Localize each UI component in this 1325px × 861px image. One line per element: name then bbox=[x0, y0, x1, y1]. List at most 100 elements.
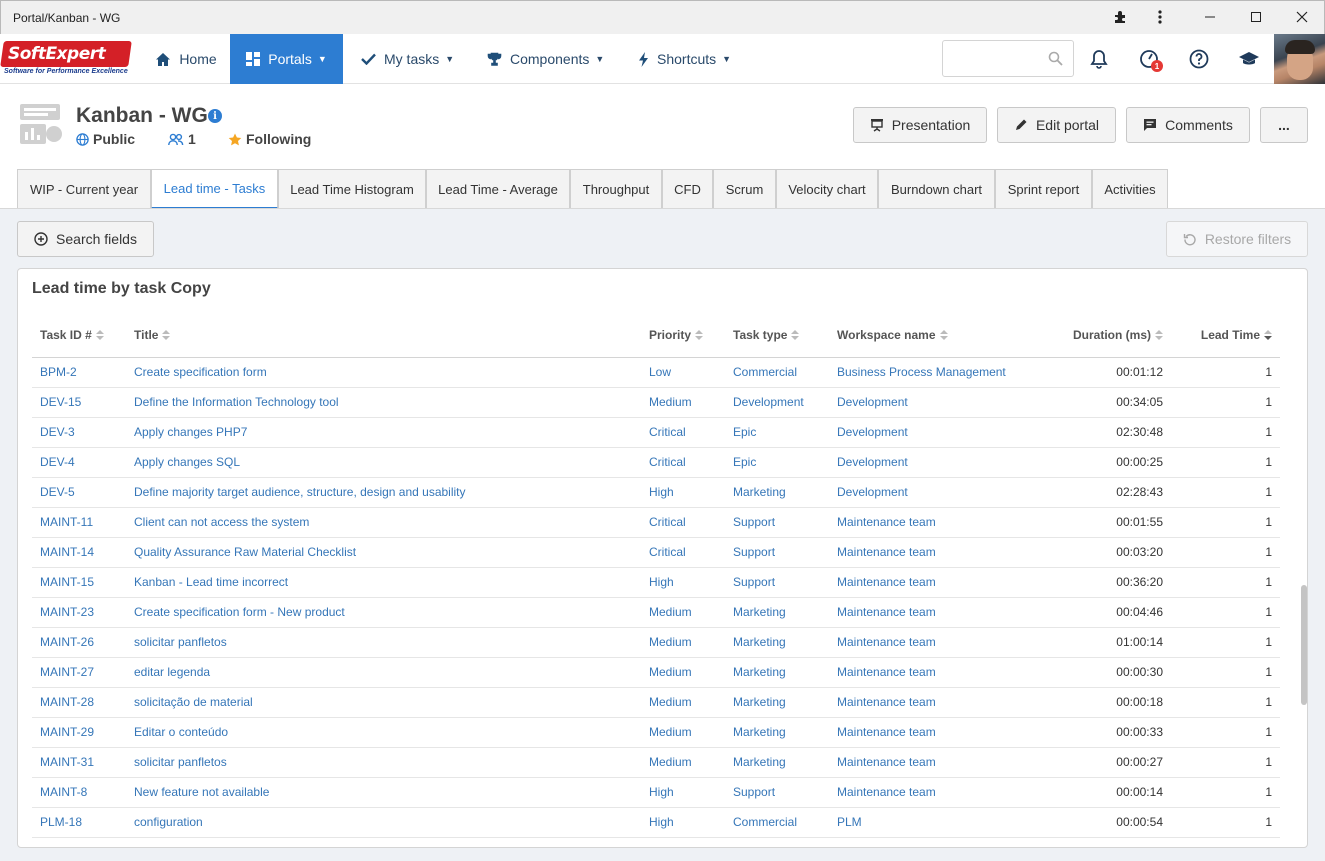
table-row[interactable]: MAINT-15 Kanban - Lead time incorrect High… bbox=[32, 567, 1280, 598]
task-type-link[interactable]: Commercial bbox=[725, 357, 829, 388]
search-input[interactable] bbox=[942, 40, 1074, 77]
workspace-link[interactable]: Business Process Management bbox=[829, 357, 1019, 388]
workspace-link[interactable]: Maintenance team bbox=[829, 657, 1019, 688]
task-type-link[interactable]: Marketing bbox=[725, 657, 829, 688]
nav-components[interactable]: Components ▼ bbox=[487, 34, 604, 84]
table-row[interactable]: BPM-2 Create specification form Low Commerc… bbox=[32, 357, 1280, 388]
task-id-link[interactable]: DEV-4 bbox=[32, 447, 126, 478]
workspace-link[interactable]: Development bbox=[829, 417, 1019, 448]
task-type-link[interactable]: Marketing bbox=[725, 687, 829, 718]
info-icon[interactable]: i bbox=[208, 109, 222, 123]
search-fields-button[interactable]: Search fields bbox=[17, 221, 154, 257]
workspace-link[interactable]: Maintenance team bbox=[829, 507, 1019, 538]
edit-portal-button[interactable]: Edit portal bbox=[997, 107, 1116, 143]
task-type-link[interactable]: Epic bbox=[725, 417, 829, 448]
title-link[interactable]: Create specification form bbox=[126, 357, 641, 388]
title-link[interactable]: Quality Assurance Raw Material Checklist bbox=[126, 537, 641, 568]
tab-cfd[interactable]: CFD bbox=[662, 169, 713, 209]
restore-filters-button[interactable]: Restore filters bbox=[1166, 221, 1308, 257]
title-link[interactable]: Editar o conteúdo bbox=[126, 717, 641, 748]
more-options-button[interactable]: ... bbox=[1260, 107, 1308, 143]
column-header-task-id[interactable]: Task ID # bbox=[32, 315, 126, 358]
tab-burndown-chart[interactable]: Burndown chart bbox=[878, 169, 995, 209]
priority-link[interactable]: Medium bbox=[641, 627, 725, 658]
task-type-link[interactable]: Support bbox=[725, 507, 829, 538]
priority-link[interactable]: Critical bbox=[641, 447, 725, 478]
column-header-task-type[interactable]: Task type bbox=[725, 315, 829, 358]
priority-link[interactable]: Low bbox=[641, 357, 725, 388]
tab-sprint-report[interactable]: Sprint report bbox=[995, 169, 1092, 209]
close-icon[interactable] bbox=[1279, 1, 1325, 33]
title-link[interactable]: solicitar panfletos bbox=[126, 627, 641, 658]
priority-link[interactable]: High bbox=[641, 807, 725, 838]
column-header-priority[interactable]: Priority bbox=[641, 315, 725, 358]
softexpert-logo[interactable]: SoftExpert Software for Performance Exce… bbox=[0, 41, 132, 77]
priority-link[interactable]: Medium bbox=[641, 387, 725, 418]
table-row[interactable]: MAINT-27 editar legenda Medium Marketing Mai… bbox=[32, 657, 1280, 688]
task-id-link[interactable]: PLM-18 bbox=[32, 807, 126, 838]
task-id-link[interactable]: MAINT-11 bbox=[32, 507, 126, 538]
help-icon[interactable] bbox=[1187, 47, 1211, 71]
user-avatar[interactable] bbox=[1274, 34, 1325, 84]
task-id-link[interactable]: DEV-3 bbox=[32, 417, 126, 448]
nav-shortcuts[interactable]: Shortcuts ▼ bbox=[638, 34, 731, 84]
title-link[interactable]: Define majority target audience, structu… bbox=[126, 477, 641, 508]
nav-home[interactable]: Home bbox=[142, 34, 230, 84]
priority-link[interactable]: Medium bbox=[641, 717, 725, 748]
task-type-link[interactable]: Marketing bbox=[725, 477, 829, 508]
task-id-link[interactable]: MAINT-27 bbox=[32, 657, 126, 688]
task-id-link[interactable]: DEV-15 bbox=[32, 387, 126, 418]
task-type-link[interactable]: Epic bbox=[725, 447, 829, 478]
tab-wip-current-year[interactable]: WIP - Current year bbox=[17, 169, 151, 209]
table-row[interactable]: MAINT-29 Editar o conteúdo Medium Marketing… bbox=[32, 717, 1280, 748]
table-row[interactable]: PLM-18 configuration High Commercial PLM 00:0… bbox=[32, 807, 1280, 838]
tab-velocity-chart[interactable]: Velocity chart bbox=[776, 169, 878, 209]
priority-link[interactable]: Critical bbox=[641, 417, 725, 448]
table-row[interactable]: MAINT-8 New feature not available High Supp… bbox=[32, 777, 1280, 808]
workspace-link[interactable]: Maintenance team bbox=[829, 537, 1019, 568]
title-link[interactable]: Create specification form - New product bbox=[126, 597, 641, 628]
task-id-link[interactable]: MAINT-31 bbox=[32, 747, 126, 778]
task-id-link[interactable]: BPM-2 bbox=[32, 357, 126, 388]
column-header-lead-time[interactable]: Lead Time bbox=[1171, 315, 1280, 358]
column-header-workspace-name[interactable]: Workspace name bbox=[829, 315, 1019, 358]
tab-lead-time-average[interactable]: Lead Time - Average bbox=[426, 169, 570, 209]
bell-icon[interactable] bbox=[1087, 47, 1111, 71]
task-id-link[interactable]: MAINT-26 bbox=[32, 627, 126, 658]
priority-link[interactable]: High bbox=[641, 777, 725, 808]
table-row[interactable]: MAINT-11 Client can not access the system… bbox=[32, 507, 1280, 538]
task-id-link[interactable]: MAINT-28 bbox=[32, 687, 126, 718]
table-row[interactable]: MAINT-28 solicitação de material Medium Mar… bbox=[32, 687, 1280, 718]
table-row[interactable]: MAINT-14 Quality Assurance Raw Material C… bbox=[32, 537, 1280, 568]
workspace-link[interactable]: Development bbox=[829, 387, 1019, 418]
task-id-link[interactable]: DEV-5 bbox=[32, 477, 126, 508]
workspace-link[interactable]: Maintenance team bbox=[829, 627, 1019, 658]
workspace-link[interactable]: Maintenance team bbox=[829, 567, 1019, 598]
title-link[interactable]: solicitar panfletos bbox=[126, 747, 641, 778]
workspace-link[interactable]: Maintenance team bbox=[829, 777, 1019, 808]
table-row[interactable]: DEV-3 Apply changes PHP7 Critical Epic Devel… bbox=[32, 417, 1280, 448]
table-row[interactable]: DEV-4 Apply changes SQL Critical Epic Develo… bbox=[32, 447, 1280, 478]
workspace-link[interactable]: Maintenance team bbox=[829, 747, 1019, 778]
vertical-scrollbar[interactable] bbox=[1301, 585, 1307, 705]
task-id-link[interactable]: MAINT-8 bbox=[32, 777, 126, 808]
task-id-link[interactable]: MAINT-14 bbox=[32, 537, 126, 568]
priority-link[interactable]: Medium bbox=[641, 747, 725, 778]
title-link[interactable]: configuration bbox=[126, 807, 641, 838]
task-type-link[interactable]: Support bbox=[725, 777, 829, 808]
table-row[interactable]: MAINT-31 solicitar panfletos Medium Marketi… bbox=[32, 747, 1280, 778]
task-type-link[interactable]: Commercial bbox=[725, 807, 829, 838]
graduation-cap-icon[interactable] bbox=[1237, 47, 1261, 71]
workspace-link[interactable]: Maintenance team bbox=[829, 717, 1019, 748]
workspace-link[interactable]: Development bbox=[829, 477, 1019, 508]
table-row[interactable]: MAINT-23 Create specification form - New … bbox=[32, 597, 1280, 628]
column-header-title[interactable]: Title bbox=[126, 315, 641, 358]
following-status[interactable]: Following bbox=[228, 131, 311, 147]
priority-link[interactable]: Medium bbox=[641, 597, 725, 628]
workspace-link[interactable]: Maintenance team bbox=[829, 687, 1019, 718]
workspace-link[interactable]: Development bbox=[829, 447, 1019, 478]
title-link[interactable]: Apply changes SQL bbox=[126, 447, 641, 478]
priority-link[interactable]: High bbox=[641, 477, 725, 508]
title-link[interactable]: solicitação de material bbox=[126, 687, 641, 718]
tab-lead-time-histogram[interactable]: Lead Time Histogram bbox=[278, 169, 426, 209]
